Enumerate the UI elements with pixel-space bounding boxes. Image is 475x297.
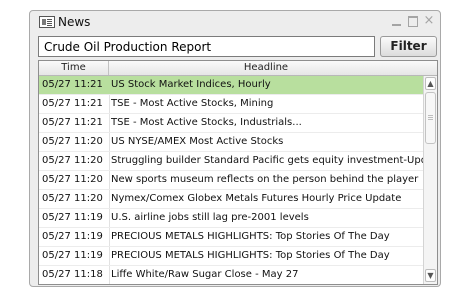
scroll-up-icon[interactable]: ▲ [425,77,436,90]
row-headline: TSE - Most Active Stocks, Mining [111,98,274,109]
table-row[interactable]: 05/27 11:19 PRECIOUS METALS HIGHLIGHTS: T… [39,228,423,247]
news-table: Time Headline 05/27 11:21 US Stock Market… [38,60,438,285]
news-window: News × Filter Time Headline 05/27 11:21 U… [29,10,441,287]
row-headline: New sports museum reflects on the person… [111,174,419,185]
row-time: 05/27 11:18 [42,269,103,280]
table-row[interactable]: 05/27 11:19 PRECIOUS METALS HIGHLIGHTS: T… [39,247,423,266]
news-app-icon [39,16,55,28]
table-row[interactable]: 05/27 11:20 Struggling builder Standard P… [39,152,423,171]
table-row[interactable]: 05/27 11:20 US NYSE/AMEX Most Active Stoc… [39,133,423,152]
row-headline: Nymex/Comex Globex Metals Futures Hourly… [111,193,402,204]
row-headline: US Stock Market Indices, Hourly [111,79,271,90]
table-row[interactable]: 05/27 11:20 Nymex/Comex Globex Metals Fut… [39,190,423,209]
scroll-down-icon[interactable]: ▼ [425,269,436,282]
row-headline: Liffe White/Raw Sugar Close - May 27 [111,269,299,280]
row-headline: Struggling builder Standard Pacific gets… [111,155,423,166]
title-bar[interactable]: News × [30,11,440,33]
table-body: 05/27 11:21 US Stock Market Indices, Hour… [39,76,423,284]
row-time: 05/27 11:19 [42,231,103,242]
row-headline: US NYSE/AMEX Most Active Stocks [111,136,284,147]
row-time: 05/27 11:19 [42,212,103,223]
table-row[interactable]: 05/27 11:18 Liffe White/Raw Sugar Close -… [39,266,423,284]
row-headline: U.S. airline jobs still lag pre-2001 lev… [111,212,309,223]
row-time: 05/27 11:19 [42,250,103,261]
row-headline: PRECIOUS METALS HIGHLIGHTS: Top Stories … [111,231,390,242]
row-time: 05/27 11:21 [42,98,103,109]
filter-button[interactable]: Filter [380,36,437,57]
scrollbar-thumb[interactable] [425,92,436,144]
table-row[interactable]: 05/27 11:21 US Stock Market Indices, Hour… [39,76,423,95]
window-title: News [58,15,91,29]
row-headline: TSE - Most Active Stocks, Industrials... [111,117,302,128]
vertical-scrollbar[interactable]: ▲ ▼ [423,76,437,284]
table-row[interactable]: 05/27 11:21 TSE - Most Active Stocks, Ind… [39,114,423,133]
column-header-headline[interactable]: Headline [109,61,423,75]
row-time: 05/27 11:20 [42,155,103,166]
row-time: 05/27 11:20 [42,193,103,204]
row-time: 05/27 11:20 [42,136,103,147]
maximize-icon[interactable] [406,14,420,28]
row-time: 05/27 11:20 [42,174,103,185]
table-header: Time Headline [39,61,437,76]
column-header-time[interactable]: Time [39,61,109,75]
table-row[interactable]: 05/27 11:20 New sports museum reflects on… [39,171,423,190]
search-input[interactable] [38,36,375,57]
table-row[interactable]: 05/27 11:21 TSE - Most Active Stocks, Min… [39,95,423,114]
close-icon[interactable]: × [422,14,436,28]
row-headline: PRECIOUS METALS HIGHLIGHTS: Top Stories … [111,250,390,261]
table-row[interactable]: 05/27 11:19 U.S. airline jobs still lag p… [39,209,423,228]
row-time: 05/27 11:21 [42,117,103,128]
minimize-icon[interactable] [390,14,404,28]
row-time: 05/27 11:21 [42,79,103,90]
